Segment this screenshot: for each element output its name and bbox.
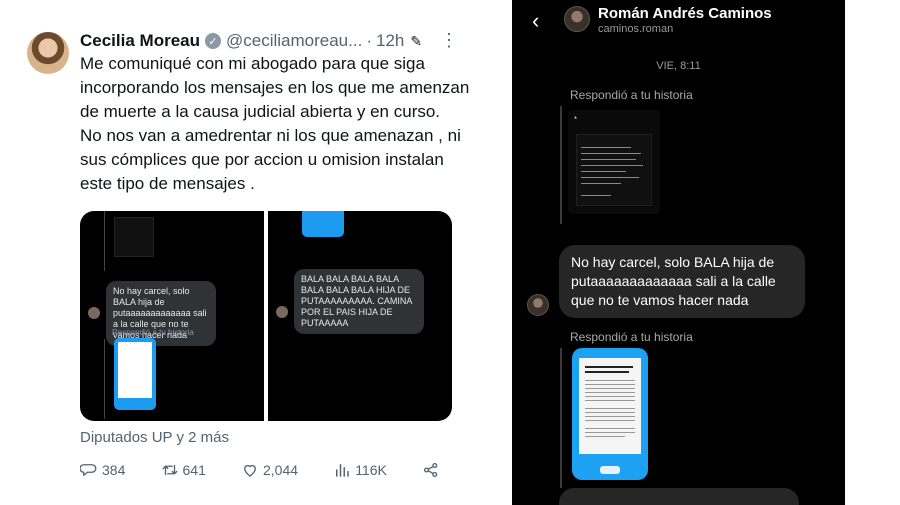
reply-button[interactable]: 384 [80, 461, 125, 479]
message-bubble[interactable]: No hay carcel, solo BALA hija de putaaaa… [559, 245, 805, 318]
sender-avatar[interactable] [527, 294, 549, 316]
share-button[interactable] [422, 461, 440, 479]
like-button[interactable]: 2,044 [241, 461, 298, 479]
contact-name[interactable]: Román Andrés Caminos [598, 5, 772, 22]
phone-page [579, 358, 641, 454]
mini-phone-top [302, 211, 344, 237]
views-count: 116K [355, 462, 387, 478]
loading-icon: ◔ [572, 113, 578, 123]
author-name[interactable]: Cecilia Moreau [80, 31, 200, 51]
reply-count: 384 [102, 462, 126, 478]
story-preview[interactable]: ◔ [568, 110, 660, 214]
tweet-body: Me comuniqué con mi abogado para que sig… [80, 52, 480, 196]
contact-avatar[interactable] [564, 6, 590, 32]
contact-username: caminos.roman [598, 23, 674, 35]
mini-reply-label: Respondió a tu historia [112, 328, 194, 337]
retweet-icon [162, 464, 177, 476]
mini-story-thumb [114, 217, 154, 257]
story-reply-label: Respondió a tu historia [570, 88, 693, 102]
media-image-1[interactable]: No hay carcel, solo BALA hija de putaaaa… [80, 211, 264, 421]
tweet-header: Cecilia Moreau ✓ @ceciliamoreau... · 12h… [80, 30, 422, 52]
tweet-time[interactable]: 12h [376, 31, 404, 51]
tweet-actions: 384 641 2,044 116K [80, 459, 440, 481]
edit-icon: ✎ [410, 32, 423, 49]
retweet-count: 641 [182, 462, 206, 478]
views-button[interactable]: 116K [333, 461, 387, 479]
like-count: 2,044 [263, 462, 299, 478]
date-label: VIE, 8:11 [656, 60, 701, 72]
views-icon [336, 464, 349, 477]
author-handle[interactable]: @ceciliamoreau... [226, 31, 362, 51]
tweet-text: Me comuniqué con mi abogado para que sig… [80, 54, 470, 193]
tweet-card: Cecilia Moreau ✓ @ceciliamoreau... · 12h… [0, 0, 505, 505]
mini-reply-line [104, 211, 105, 271]
mini-avatar-2 [276, 306, 288, 318]
like-icon [244, 464, 256, 477]
separator: · [366, 31, 372, 50]
retweet-button[interactable]: 641 [161, 461, 206, 479]
story-tweet-thumb [576, 134, 652, 206]
mini-phone [114, 338, 156, 410]
reply-thread-line-2 [560, 348, 562, 488]
reply-context[interactable]: Diputados UP y 2 más [80, 429, 229, 446]
reply-icon [80, 464, 97, 476]
tweet-media[interactable]: No hay carcel, solo BALA hija de putaaaa… [80, 211, 452, 421]
phone-logo [600, 466, 620, 474]
dm-screenshot: ‹ Román Andrés Caminos caminos.roman VIE… [512, 0, 845, 505]
media-image-2[interactable]: BALA BALA BALA BALA BALA BALA BALA HIJA … [268, 211, 452, 421]
next-message-bubble[interactable] [559, 488, 799, 505]
reply-thread-line [560, 106, 562, 224]
more-icon[interactable]: ⋮ [440, 30, 458, 51]
back-icon[interactable]: ‹ [532, 8, 539, 34]
author-avatar[interactable] [27, 32, 69, 74]
verified-icon: ✓ [205, 33, 221, 49]
story-reply-label-2: Respondió a tu historia [570, 330, 693, 344]
mini-message-bubble-2: BALA BALA BALA BALA BALA BALA BALA HIJA … [294, 269, 424, 334]
story-phone-preview[interactable] [572, 348, 648, 480]
mini-reply-line-2 [104, 339, 105, 419]
share-icon [423, 462, 438, 478]
mini-avatar [88, 307, 100, 319]
